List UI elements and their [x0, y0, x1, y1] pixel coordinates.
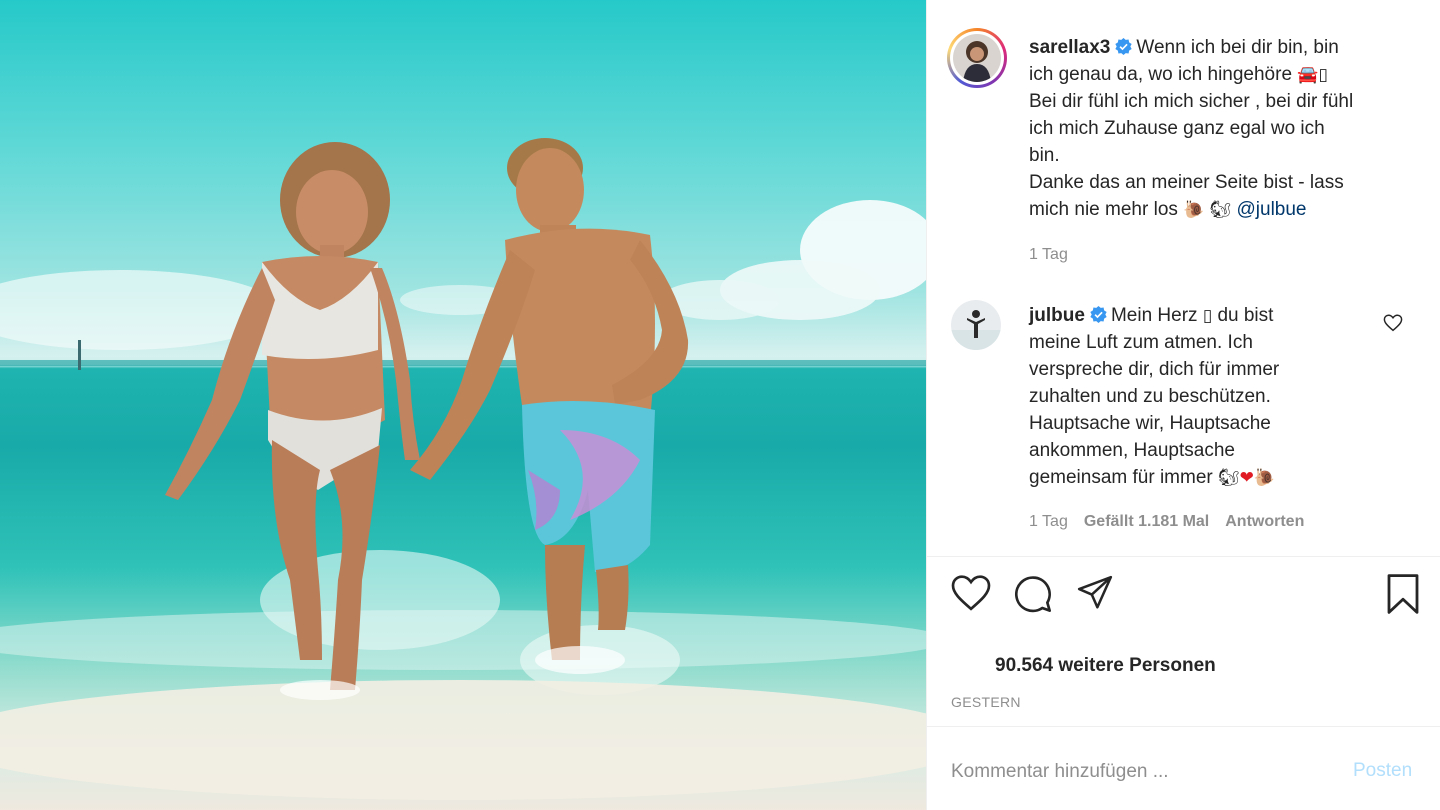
comment-line-6: ankommen, Hauptsache [1029, 440, 1235, 461]
post-author-username[interactable]: sarellax3 [1029, 37, 1110, 58]
bookmark-icon[interactable] [1385, 573, 1421, 615]
comment-line-2: meine Luft zum atmen. Ich [1029, 332, 1253, 353]
missing-glyph-icon: ▯ [1318, 65, 1328, 84]
comment-line-5: Hauptsache wir, Hauptsache [1029, 413, 1271, 434]
comment-likes[interactable]: Gefällt 1.181 Mal [1084, 513, 1209, 530]
author-avatar[interactable] [947, 28, 1007, 88]
caption-line-1: Wenn ich bei dir bin, bin [1136, 37, 1339, 58]
car-emoji-icon: 🚘 [1297, 65, 1319, 84]
comment-line-1a: Mein Herz [1110, 305, 1198, 326]
post-date[interactable]: GESTERN [951, 694, 1021, 710]
post-sidebar: sarellax3 Wenn ich bei dir bin, bin ich g… [926, 0, 1440, 810]
divider [927, 556, 1440, 557]
comment-line-1b: du bist [1217, 305, 1274, 326]
comment-input[interactable] [951, 758, 1331, 786]
heart-icon[interactable] [951, 574, 991, 612]
caption-line-2: ich genau da, wo ich hingehöre [1029, 64, 1293, 85]
verified-badge-icon [1090, 306, 1107, 323]
divider [927, 726, 1440, 727]
mention-link[interactable]: @julbue [1237, 199, 1307, 220]
comment-meta: 1 Tag Gefällt 1.181 Mal Antworten [1029, 513, 1320, 531]
caption-line-3: Bei dir fühl ich mich sicher , bei dir f… [1029, 91, 1354, 112]
verified-badge-icon [1115, 38, 1133, 55]
caption-line-4: ich mich Zuhause ganz egal wo ich [1029, 118, 1325, 139]
comment-time[interactable]: 1 Tag [1029, 513, 1068, 530]
post-caption: sarellax3 Wenn ich bei dir bin, bin ich g… [1029, 34, 1419, 223]
comment-line-7: gemeinsam für immer [1029, 467, 1213, 488]
snail-emoji-icon: 🐌 [1183, 200, 1205, 219]
post-meta: 1 Tag [1029, 246, 1084, 264]
paper-plane-icon[interactable] [1075, 574, 1115, 612]
snail-emoji-icon: 🐌 [1253, 468, 1276, 487]
beach-couple-illustration [0, 138, 926, 800]
reply-button[interactable]: Antworten [1225, 513, 1304, 530]
likes-count[interactable]: 90.564 weitere Personen [995, 655, 1216, 677]
comment-line-3: verspreche dir, dich für immer [1029, 359, 1280, 380]
comment-line-4: zuhalten und zu beschützen. [1029, 386, 1271, 407]
caption-line-5: bin. [1029, 145, 1060, 166]
caption-line-6: Danke das an meiner Seite bist - lass [1029, 172, 1344, 193]
author-avatar-image [953, 34, 1001, 82]
comment-like-heart-icon[interactable] [1383, 314, 1403, 332]
comment: julbue Mein Herz ▯ du bist meine Luft zum… [1029, 302, 1369, 491]
comment-icon[interactable] [1013, 574, 1053, 614]
squirrel-emoji-icon: 🐿 [1209, 200, 1232, 219]
post-time[interactable]: 1 Tag [1029, 246, 1068, 263]
missing-glyph-icon: ▯ [1202, 306, 1213, 325]
squirrel-emoji-icon: 🐿 [1218, 468, 1240, 487]
red-heart-emoji-icon: ❤ [1239, 468, 1254, 487]
caption-line-7: mich nie mehr los [1029, 199, 1178, 220]
commenter-avatar[interactable] [951, 300, 1001, 350]
comment-author-username[interactable]: julbue [1029, 305, 1085, 326]
post-comment-button[interactable]: Posten [1353, 760, 1412, 782]
post-photo[interactable] [0, 0, 926, 810]
